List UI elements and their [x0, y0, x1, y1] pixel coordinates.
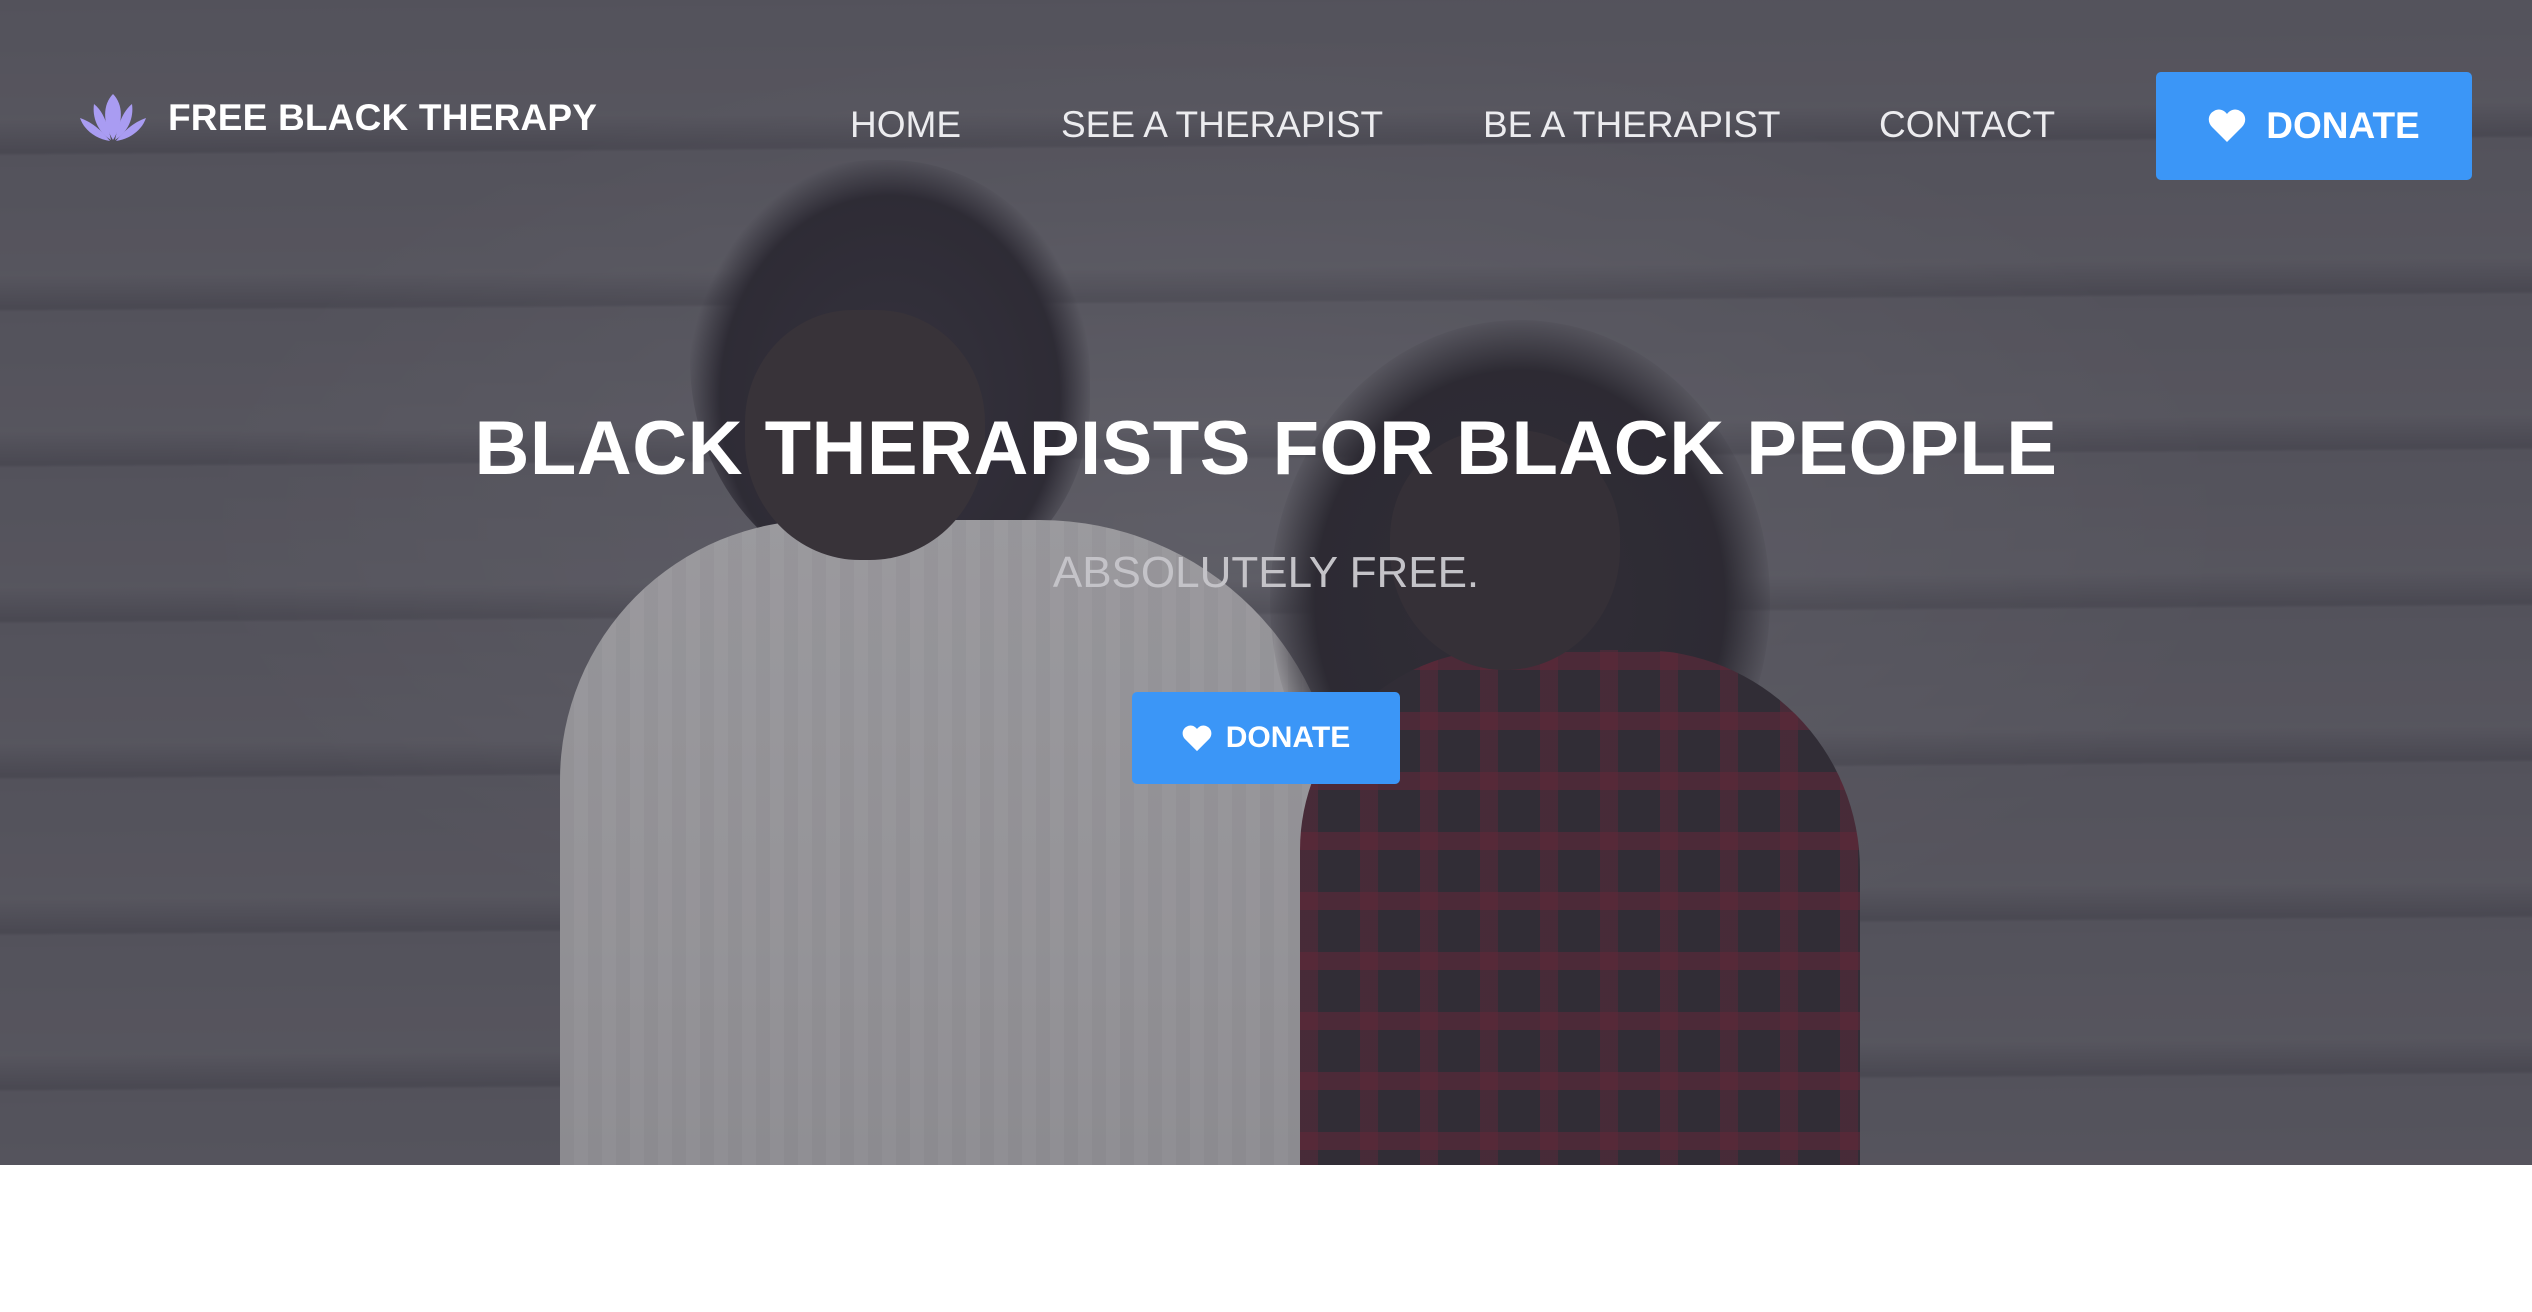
page-content-below-hero: [0, 1165, 2532, 1312]
nav-be-a-therapist[interactable]: BE A THERAPIST: [1483, 104, 1780, 146]
hero-donate-label: DONATE: [1225, 721, 1351, 754]
nav-home[interactable]: HOME: [850, 104, 961, 146]
heart-icon: [2209, 109, 2246, 142]
brand-logo-link[interactable]: FREE BLACK THERAPY: [78, 92, 597, 144]
lotus-icon: [80, 94, 146, 141]
top-navigation: FREE BLACK THERAPY HOME SEE A THERAPIST …: [0, 0, 2532, 250]
hero-section: FREE BLACK THERAPY HOME SEE A THERAPIST …: [0, 0, 2532, 1165]
hero-donate-button[interactable]: DONATE: [1132, 692, 1400, 784]
nav-donate-label: DONATE: [2266, 105, 2420, 146]
brand-name: FREE BLACK THERAPY: [168, 97, 598, 138]
hero-headline: BLACK THERAPISTS FOR BLACK PEOPLE: [474, 406, 2058, 491]
nav-see-a-therapist[interactable]: SEE A THERAPIST: [1061, 104, 1383, 146]
heart-icon: [1182, 725, 1212, 751]
hero-subhead: ABSOLUTELY FREE.: [1052, 548, 1480, 597]
nav-contact[interactable]: CONTACT: [1879, 104, 2055, 146]
nav-donate-button[interactable]: DONATE: [2156, 72, 2472, 180]
